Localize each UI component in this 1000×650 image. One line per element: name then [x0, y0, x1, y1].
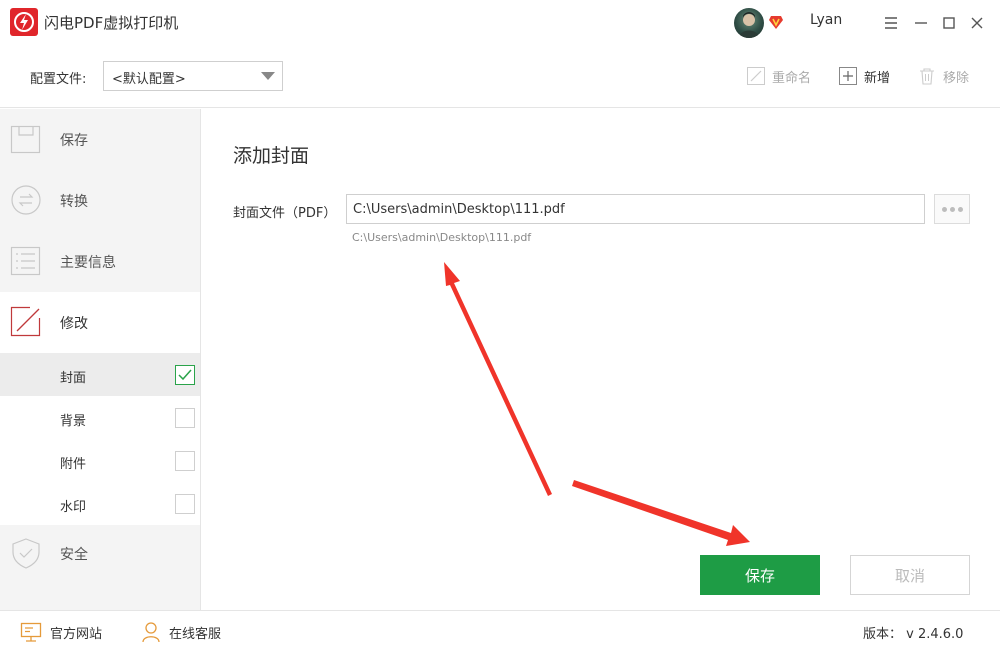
checkmark-icon [178, 369, 192, 381]
add-config-button[interactable]: 新增 [838, 65, 890, 87]
watermark-checkbox[interactable] [175, 494, 195, 514]
main-panel: 添加封面 封面文件（PDF） C:\Users\admin\Desktop\11… [202, 109, 1000, 610]
trash-icon [920, 68, 934, 85]
status-bar: 官方网站 在线客服 版本： v 2.4.6.0 [0, 610, 1000, 650]
attachment-checkbox[interactable] [175, 451, 195, 471]
rename-icon [747, 67, 765, 85]
config-select-value: <默认配置> [112, 72, 186, 87]
remove-config-button[interactable]: 移除 [917, 65, 969, 87]
sub-item-label: 水印 [60, 500, 87, 515]
title-bar: 闪电PDF虚拟打印机 Lyan [0, 0, 1000, 46]
close-icon[interactable] [966, 12, 988, 34]
convert-icon [11, 185, 41, 215]
file-path-hint: C:\Users\admin\Desktop\111.pdf [352, 231, 532, 244]
sidebar-item-label: 保存 [60, 133, 88, 149]
user-icon [142, 622, 160, 643]
background-checkbox[interactable] [175, 408, 195, 428]
cancel-button[interactable]: 取消 [850, 555, 970, 595]
sidebar-item-label: 安全 [60, 547, 88, 563]
add-config-label: 新增 [864, 70, 891, 86]
online-support-link[interactable]: 在线客服 [141, 621, 221, 643]
official-website-label: 官方网站 [50, 626, 103, 642]
sidebar: 保存 转换 主要信息 修改 封面 背景 附件 水印 安全 [0, 109, 201, 610]
sub-item-label: 附件 [60, 457, 87, 472]
menu-icon[interactable] [880, 12, 902, 34]
cover-file-label: 封面文件（PDF） [233, 206, 337, 221]
sub-item-label: 背景 [60, 414, 87, 429]
sidebar-item-label: 转换 [60, 194, 88, 210]
version-label: 版本： v 2.4.6.0 [863, 627, 964, 642]
plus-icon [839, 67, 857, 85]
rename-label: 重命名 [772, 70, 812, 86]
vip-diamond-icon[interactable] [768, 14, 784, 30]
online-support-label: 在线客服 [169, 626, 222, 642]
sub-item-background[interactable]: 背景 [0, 396, 200, 439]
app-title: 闪电PDF虚拟打印机 [44, 14, 179, 32]
save-button[interactable]: 保存 [700, 555, 820, 595]
more-dot-icon [950, 207, 955, 212]
more-dot-icon [958, 207, 963, 212]
section-title: 添加封面 [233, 145, 310, 167]
sidebar-item-label: 修改 [60, 316, 88, 332]
sidebar-item-convert[interactable]: 转换 [0, 170, 200, 231]
maximize-icon[interactable] [938, 12, 960, 34]
sidebar-item-label: 主要信息 [60, 255, 116, 271]
edit-icon [10, 306, 41, 337]
chevron-down-icon [261, 72, 275, 80]
list-icon [10, 246, 41, 276]
shield-icon [12, 538, 40, 569]
sub-item-cover[interactable]: 封面 [0, 353, 200, 396]
user-avatar[interactable] [734, 8, 764, 38]
sidebar-item-main-info[interactable]: 主要信息 [0, 231, 200, 292]
config-select[interactable]: <默认配置> [103, 61, 283, 91]
username-label[interactable]: Lyan [810, 12, 842, 28]
cover-file-input[interactable] [346, 194, 925, 224]
official-website-link[interactable]: 官方网站 [20, 621, 102, 643]
browse-button[interactable] [934, 194, 970, 224]
config-toolbar: 配置文件: <默认配置> 重命名 新增 移除 [0, 46, 1000, 108]
sub-item-watermark[interactable]: 水印 [0, 482, 200, 525]
sub-item-attachment[interactable]: 附件 [0, 439, 200, 482]
sidebar-item-save[interactable]: 保存 [0, 109, 200, 170]
save-icon [10, 125, 41, 154]
sub-item-label: 封面 [60, 371, 87, 386]
rename-button[interactable]: 重命名 [746, 65, 811, 87]
cover-checkbox[interactable] [175, 365, 195, 385]
monitor-icon [20, 622, 42, 642]
sidebar-item-modify[interactable]: 修改 [0, 292, 200, 353]
minimize-icon[interactable] [910, 12, 932, 34]
more-dot-icon [942, 207, 947, 212]
config-file-label: 配置文件: [30, 72, 87, 87]
remove-config-label: 移除 [943, 70, 970, 86]
app-logo-icon [10, 8, 38, 36]
sidebar-item-security[interactable]: 安全 [0, 523, 200, 584]
